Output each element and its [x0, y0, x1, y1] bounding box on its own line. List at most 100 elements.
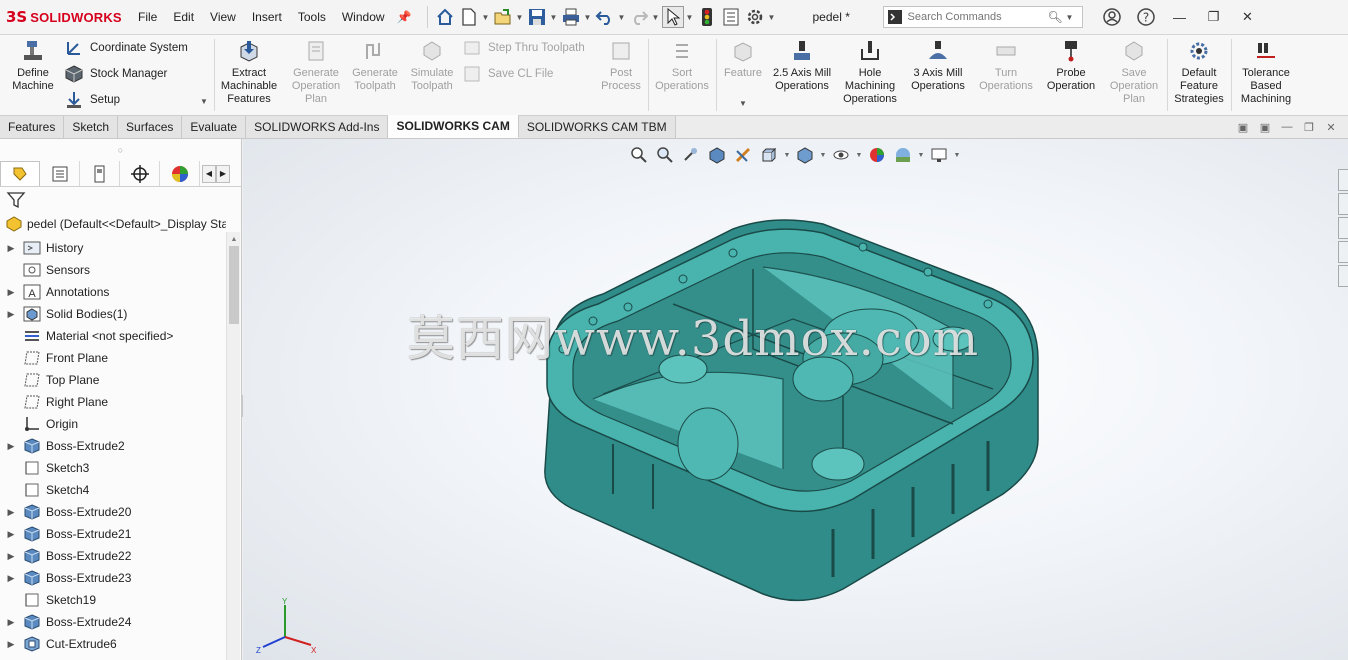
- filter-icon[interactable]: [6, 191, 26, 209]
- save-cl-file-button[interactable]: Save CL File: [462, 63, 553, 85]
- expand-arrow-icon[interactable]: ▶: [0, 639, 22, 650]
- expand-arrow-icon[interactable]: ▶: [0, 529, 22, 540]
- undo-icon[interactable]: [594, 6, 616, 28]
- property-manager-tab-icon[interactable]: [40, 161, 80, 186]
- feature-tree-tab-icon[interactable]: [0, 161, 40, 186]
- tab-addins[interactable]: SOLIDWORKS Add-Ins: [246, 116, 389, 138]
- save-icon[interactable]: [526, 6, 548, 28]
- tree-item[interactable]: Material <not specified>: [0, 325, 226, 347]
- tab-evaluate[interactable]: Evaluate: [182, 116, 247, 138]
- panel-tabs-right-icon[interactable]: ▶: [216, 164, 230, 183]
- apply-scene-dropdown-icon[interactable]: ▼: [916, 152, 926, 159]
- tree-item[interactable]: Sketch3: [0, 457, 226, 479]
- tree-item[interactable]: Sensors: [0, 259, 226, 281]
- help-icon[interactable]: ?: [1135, 6, 1157, 28]
- dynamic-annotation-icon[interactable]: [732, 144, 754, 166]
- sort-operations-button[interactable]: Sort Operations: [652, 39, 712, 93]
- tree-scrollbar[interactable]: ▲: [226, 232, 240, 660]
- tree-item[interactable]: Sketch19: [0, 589, 226, 611]
- feature-button[interactable]: Feature: [720, 39, 766, 80]
- select-dropdown-icon[interactable]: ▼: [685, 13, 695, 22]
- close-icon[interactable]: ✕: [1231, 5, 1265, 29]
- options-gear-icon[interactable]: [744, 6, 766, 28]
- define-machine-button[interactable]: Define Machine: [6, 39, 60, 93]
- doc-close-icon[interactable]: ✕: [1320, 121, 1342, 134]
- 3d-part-model[interactable]: [533, 209, 1053, 609]
- zoom-to-fit-icon[interactable]: [628, 144, 650, 166]
- rebuild-traffic-light-icon[interactable]: [696, 6, 718, 28]
- expand-arrow-icon[interactable]: ▶: [0, 309, 22, 320]
- tree-item[interactable]: ▶ Boss-Extrude23: [0, 567, 226, 589]
- tree-item[interactable]: Sketch4: [0, 479, 226, 501]
- new-dropdown-icon[interactable]: ▼: [481, 13, 491, 22]
- menu-edit[interactable]: Edit: [165, 5, 202, 29]
- mill-25-axis-operations-button[interactable]: 2.5 Axis Mill Operations: [770, 39, 834, 93]
- stock-manager-button[interactable]: Stock Manager: [64, 63, 167, 85]
- tree-item[interactable]: ▶ Boss-Extrude20: [0, 501, 226, 523]
- new-document-icon[interactable]: [458, 6, 480, 28]
- expand-arrow-icon[interactable]: ▶: [0, 617, 22, 628]
- tile-right-icon[interactable]: ▣: [1254, 121, 1276, 134]
- task-pane-appearances-icon[interactable]: [1338, 241, 1348, 263]
- tree-item[interactable]: Origin: [0, 413, 226, 435]
- feature-dropdown-icon[interactable]: ▼: [739, 99, 747, 108]
- generate-operation-plan-button[interactable]: Generate Operation Plan: [285, 39, 347, 106]
- hide-show-items-icon[interactable]: [830, 144, 852, 166]
- display-manager-tab-icon[interactable]: [160, 161, 200, 186]
- tolerance-based-machining-button[interactable]: Tolerance Based Machining: [1234, 39, 1298, 106]
- extract-machinable-features-button[interactable]: Extract Machinable Features: [218, 39, 280, 106]
- menu-insert[interactable]: Insert: [244, 5, 290, 29]
- zoom-to-area-icon[interactable]: [654, 144, 676, 166]
- redo-icon[interactable]: [628, 6, 650, 28]
- dimxpert-tab-icon[interactable]: [120, 161, 160, 186]
- simulate-toolpath-button[interactable]: Simulate Toolpath: [404, 39, 460, 93]
- section-view-icon[interactable]: [706, 144, 728, 166]
- expand-arrow-icon[interactable]: ▶: [0, 507, 22, 518]
- tile-left-icon[interactable]: ▣: [1232, 121, 1254, 134]
- task-pane-resources-icon[interactable]: [1338, 169, 1348, 191]
- view-settings-icon[interactable]: [928, 144, 950, 166]
- display-style-dropdown-icon[interactable]: ▼: [818, 152, 828, 159]
- file-properties-icon[interactable]: [720, 6, 742, 28]
- restore-icon[interactable]: ❐: [1197, 5, 1231, 29]
- view-orientation-dropdown-icon[interactable]: ▼: [782, 152, 792, 159]
- save-dropdown-icon[interactable]: ▼: [549, 13, 559, 22]
- apply-scene-icon[interactable]: [892, 144, 914, 166]
- tree-item[interactable]: Right Plane: [0, 391, 226, 413]
- default-feature-strategies-button[interactable]: Default Feature Strategies: [1170, 39, 1228, 106]
- tree-root-part[interactable]: pedel (Default<<Default>_Display State 1…: [0, 213, 226, 235]
- tree-filter[interactable]: [0, 187, 241, 213]
- probe-operation-button[interactable]: Probe Operation: [1042, 39, 1100, 93]
- view-settings-dropdown-icon[interactable]: ▼: [952, 152, 962, 159]
- task-pane-custom-properties-icon[interactable]: [1338, 265, 1348, 287]
- previous-view-icon[interactable]: [680, 144, 702, 166]
- edit-appearance-icon[interactable]: [866, 144, 888, 166]
- save-operation-plan-button[interactable]: Save Operation Plan: [1104, 39, 1164, 106]
- menu-view[interactable]: View: [202, 5, 244, 29]
- setup-button[interactable]: Setup: [64, 89, 120, 111]
- tree-item[interactable]: ▶ Boss-Extrude21: [0, 523, 226, 545]
- redo-dropdown-icon[interactable]: ▼: [651, 13, 661, 22]
- display-style-icon[interactable]: [794, 144, 816, 166]
- open-dropdown-icon[interactable]: ▼: [515, 13, 525, 22]
- tree-item[interactable]: ▶ Boss-Extrude22: [0, 545, 226, 567]
- search-input[interactable]: [907, 11, 1048, 23]
- options-dropdown-icon[interactable]: ▼: [767, 13, 777, 22]
- print-dropdown-icon[interactable]: ▼: [583, 13, 593, 22]
- menu-file[interactable]: File: [130, 5, 165, 29]
- search-commands-box[interactable]: 🔍︎ ▼: [882, 6, 1083, 28]
- tab-surfaces[interactable]: Surfaces: [118, 116, 183, 138]
- setup-dropdown-icon[interactable]: ▼: [200, 97, 208, 106]
- tab-features[interactable]: Features: [0, 116, 65, 138]
- tree-item[interactable]: ▶ A Annotations: [0, 281, 226, 303]
- turn-operations-button[interactable]: Turn Operations: [974, 39, 1038, 93]
- select-icon[interactable]: [661, 6, 684, 28]
- panel-grip-icon[interactable]: ○: [0, 139, 241, 161]
- task-pane-file-explorer-icon[interactable]: [1338, 217, 1348, 239]
- tree-item[interactable]: Front Plane: [0, 347, 226, 369]
- graphics-viewport[interactable]: ▼ ▼ ▼ ▼ ▼ 莫西网www.3dmox.com Y X Z: [243, 139, 1348, 660]
- solidworks-logo[interactable]: 3S SOLIDWORKS: [0, 8, 130, 26]
- task-pane-design-library-icon[interactable]: [1338, 193, 1348, 215]
- expand-arrow-icon[interactable]: ▶: [0, 573, 22, 584]
- tab-solidworks-cam-tbm[interactable]: SOLIDWORKS CAM TBM: [518, 116, 676, 138]
